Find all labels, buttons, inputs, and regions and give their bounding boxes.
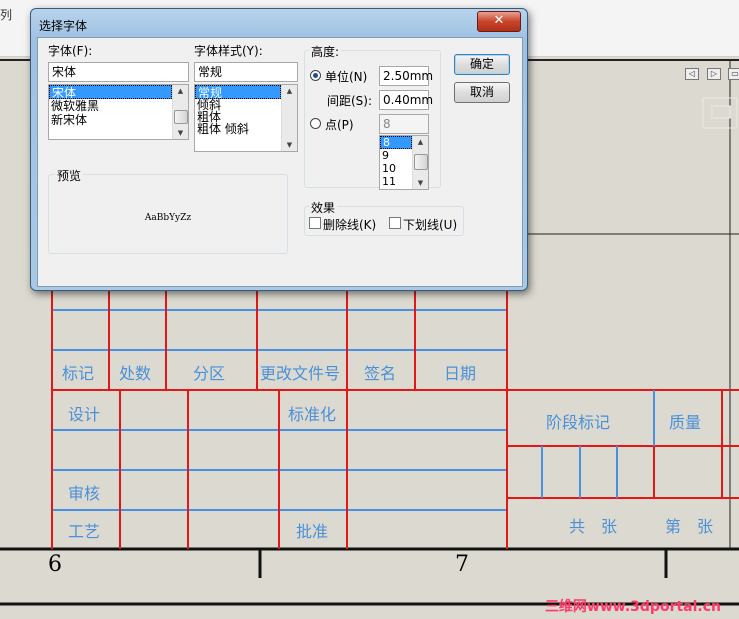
scroll-down-arrow-icon[interactable]: ▼ xyxy=(173,127,188,139)
font-dialog: 选择字体 ✕ 字体(F): 宋体 宋体 微软雅黑 新宋体 ▲ ▼ 字体样式(Y)… xyxy=(30,8,528,291)
scroll-down-arrow-icon[interactable]: ▼ xyxy=(282,139,297,151)
font-style-input[interactable]: 常规 xyxy=(194,62,298,82)
underline-checkbox[interactable] xyxy=(389,217,401,229)
preview-sample-text: AaBbYyZz xyxy=(144,213,192,223)
point-item-8[interactable]: 8 xyxy=(380,136,412,149)
font-list-scrollbar[interactable]: ▲ ▼ xyxy=(172,85,188,139)
scroll-down-arrow-icon[interactable]: ▼ xyxy=(413,177,428,189)
tb-mark: 标记 xyxy=(62,364,95,383)
point-size-listbox[interactable]: 8 9 10 11 ▲ ▼ xyxy=(379,135,429,190)
height-group-title: 高度: xyxy=(309,43,342,60)
font-item-songti[interactable]: 宋体 xyxy=(49,85,172,100)
font-item-xinsongti[interactable]: 新宋体 xyxy=(49,113,188,127)
strikeout-label: 删除线(K) xyxy=(323,218,377,232)
view-prev-button[interactable]: ◁ xyxy=(685,68,699,80)
dialog-client: 字体(F): 宋体 宋体 微软雅黑 新宋体 ▲ ▼ 字体样式(Y): 常规 常规… xyxy=(37,37,523,287)
zone-number-6: 6 xyxy=(48,552,62,577)
scroll-thumb[interactable] xyxy=(414,154,428,170)
unit-label: 单位(N) xyxy=(325,70,368,84)
strikeout-checkbox[interactable] xyxy=(309,217,321,229)
tb-change-doc: 更改文件号 xyxy=(260,364,341,383)
tb-process: 工艺 xyxy=(68,522,101,541)
unit-radio[interactable] xyxy=(310,70,321,81)
point-list-scrollbar[interactable]: ▲ ▼ xyxy=(412,136,428,189)
close-icon: ✕ xyxy=(493,13,505,28)
scroll-up-arrow-icon[interactable]: ▲ xyxy=(413,136,428,148)
scroll-up-arrow-icon[interactable]: ▲ xyxy=(282,85,297,97)
font-listbox[interactable]: 宋体 微软雅黑 新宋体 ▲ ▼ xyxy=(48,84,189,140)
underline-label: 下划线(U) xyxy=(403,218,458,232)
point-size-input[interactable]: 8 xyxy=(379,114,429,134)
tb-design: 设计 xyxy=(68,405,101,424)
font-name-input[interactable]: 宋体 xyxy=(48,62,189,82)
tb-total-sheets: 共 张 xyxy=(569,517,618,536)
font-style-listbox[interactable]: 常规 倾斜 粗体 粗体 倾斜 ▲ ▼ xyxy=(194,84,298,152)
spacing-label: 间距(S): xyxy=(327,94,373,108)
close-button[interactable]: ✕ xyxy=(477,11,521,32)
dialog-titlebar[interactable]: 选择字体 ✕ xyxy=(31,9,527,37)
spacing-input[interactable]: 0.40mm xyxy=(379,90,433,110)
point-radio[interactable] xyxy=(310,118,321,129)
zone-number-7: 7 xyxy=(455,552,469,577)
tb-date: 日期 xyxy=(444,364,477,383)
font-item-yahei[interactable]: 微软雅黑 xyxy=(49,99,188,113)
tb-count: 处数 xyxy=(119,364,152,383)
unit-height-input[interactable]: 2.50mm xyxy=(379,66,433,86)
point-label: 点(P) xyxy=(325,118,354,132)
dialog-title: 选择字体 xyxy=(39,19,88,33)
font-label: 字体(F): xyxy=(48,44,93,58)
tb-zone: 分区 xyxy=(193,364,226,383)
style-list-scrollbar[interactable]: ▲ ▼ xyxy=(281,85,297,151)
watermark: 三维网www.3dportal.cn xyxy=(544,599,721,615)
view-menu-button[interactable]: ▭ xyxy=(728,68,739,80)
tb-approve: 批准 xyxy=(296,522,329,541)
tb-sheet-no: 第 张 xyxy=(665,517,714,536)
scroll-up-arrow-icon[interactable]: ▲ xyxy=(173,85,188,97)
tb-standardize: 标准化 xyxy=(288,405,337,424)
scroll-thumb[interactable] xyxy=(174,110,188,124)
cancel-button[interactable]: 取消 xyxy=(454,82,510,103)
tb-mass: 质量 xyxy=(669,413,702,432)
tb-review: 审核 xyxy=(68,484,101,503)
style-label: 字体样式(Y): xyxy=(194,44,263,58)
view-next-button[interactable]: ▷ xyxy=(707,68,721,80)
ok-button[interactable]: 确定 xyxy=(454,54,510,75)
preview-group: 预览 AaBbYyZz xyxy=(48,167,288,254)
tb-signature: 签名 xyxy=(364,364,397,383)
style-item-regular[interactable]: 常规 xyxy=(195,85,281,100)
effects-group-title: 效果 xyxy=(309,199,338,216)
tb-stage-mark: 阶段标记 xyxy=(546,413,611,432)
preview-group-title: 预览 xyxy=(55,167,84,184)
